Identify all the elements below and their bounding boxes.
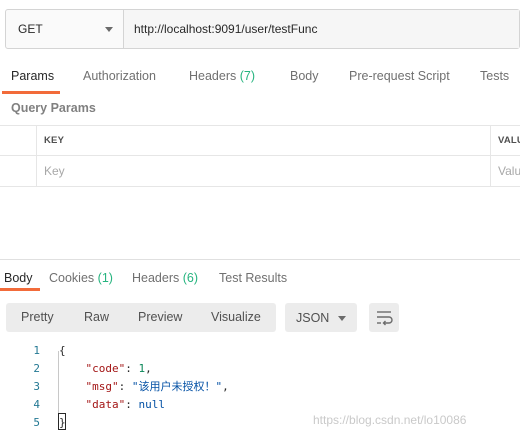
chevron-down-icon <box>338 316 346 321</box>
code-line: 2 "code": 1, <box>0 360 520 378</box>
raw-button[interactable]: Raw <box>84 303 109 332</box>
code-line: 4 "data": null <box>0 396 520 414</box>
json-key: "data" <box>85 398 126 411</box>
query-params-title: Query Params <box>11 101 96 115</box>
json-key: "code" <box>85 362 126 375</box>
line-number: 4 <box>33 398 40 411</box>
wrap-lines-icon <box>377 311 393 326</box>
json-value: 1 <box>138 362 146 375</box>
tab-label: Params <box>11 69 55 83</box>
line-number: 3 <box>33 380 40 393</box>
tab-params[interactable]: Params <box>11 60 54 93</box>
tab-tests[interactable]: Tests <box>480 60 509 93</box>
tab-label: Authorization <box>83 69 156 83</box>
line-number: 2 <box>33 362 40 375</box>
json-value: "该用户未授权！" <box>131 380 223 393</box>
column-header-key: KEY <box>37 126 491 155</box>
format-label: JSON <box>296 310 330 325</box>
code-text: { <box>59 344 66 357</box>
checkbox-column-header <box>0 126 37 155</box>
tab-label: Pre-request Script <box>349 69 450 83</box>
key-input[interactable]: Key <box>37 156 491 186</box>
response-tabs: Body Cookies (1) Headers (6) Test Result… <box>0 262 520 291</box>
tab-label: Headers <box>132 271 180 285</box>
method-select[interactable]: GET <box>6 10 124 48</box>
row-checkbox-cell[interactable] <box>0 156 37 186</box>
watermark: https://blog.csdn.net/lo10086 <box>313 413 467 427</box>
tab-cookies[interactable]: Cookies (1) <box>49 262 113 295</box>
active-tab-indicator <box>0 288 40 291</box>
request-bar: GET http://localhost:9091/user/testFunc <box>5 9 520 49</box>
tab-count: (6) <box>182 271 199 285</box>
tab-authorization[interactable]: Authorization <box>83 60 156 93</box>
json-key: "msg" <box>85 380 119 393</box>
format-select[interactable]: JSON <box>285 303 357 332</box>
tab-test-results[interactable]: Test Results <box>219 262 287 295</box>
pretty-button[interactable]: Pretty <box>21 303 54 332</box>
json-value: null <box>138 398 166 411</box>
code-line: 3 "msg": "该用户未授权！", <box>0 378 520 396</box>
table-row: Key Value <box>0 156 520 187</box>
tab-label: Tests <box>480 69 510 83</box>
tab-count: (1) <box>97 271 113 285</box>
tab-response-headers[interactable]: Headers (6) <box>132 262 198 295</box>
preview-button[interactable]: Preview <box>138 303 182 332</box>
tab-body[interactable]: Body <box>290 60 319 93</box>
view-mode-group: Pretty Raw Preview Visualize <box>6 303 276 332</box>
bracket-match-highlight <box>58 413 66 430</box>
tab-label: Headers <box>189 69 237 83</box>
tab-pre-request-script[interactable]: Pre-request Script <box>349 60 450 93</box>
wrap-lines-button[interactable] <box>369 303 399 332</box>
method-label: GET <box>18 22 43 36</box>
value-input[interactable]: Value <box>491 156 520 186</box>
tab-headers[interactable]: Headers (7) <box>189 60 255 93</box>
url-text: http://localhost:9091/user/testFunc <box>134 22 318 36</box>
code-line: 1 { <box>0 342 520 360</box>
tab-label: Test Results <box>219 271 288 285</box>
request-tabs: Params Authorization Headers (7) Body Pr… <box>0 60 520 94</box>
active-tab-indicator <box>2 91 60 94</box>
pane-divider[interactable] <box>0 259 520 260</box>
table-header-row: KEY VALUE <box>0 125 520 156</box>
tab-label: Body <box>290 69 319 83</box>
chevron-down-icon <box>105 26 113 32</box>
column-header-value: VALUE <box>498 135 520 146</box>
line-number: 1 <box>33 344 40 357</box>
url-input[interactable]: http://localhost:9091/user/testFunc <box>124 10 519 48</box>
visualize-button[interactable]: Visualize <box>211 303 261 332</box>
tab-label: Cookies <box>49 271 95 285</box>
line-number: 5 <box>33 416 40 429</box>
tab-label: Body <box>4 271 33 285</box>
tab-count: (7) <box>239 69 256 83</box>
